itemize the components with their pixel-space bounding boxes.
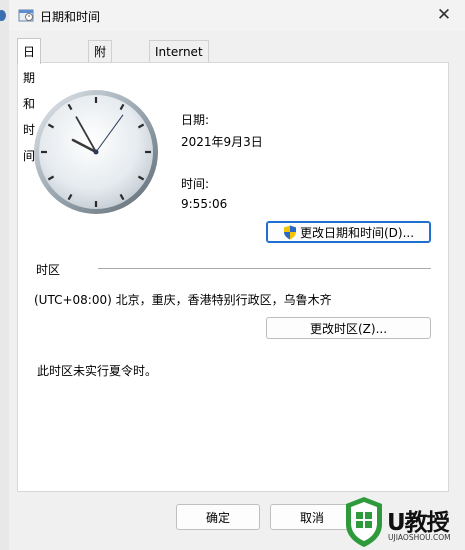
timezone-value: (UTC+08:00) 北京，重庆，香港特别行政区，乌鲁木齐	[34, 293, 332, 307]
background-app-icon	[0, 10, 6, 21]
watermark-logo: U教授 UJIAOSHOU.COM	[344, 496, 465, 550]
tab-date-time[interactable]: 日期和时间	[17, 38, 42, 163]
time-label: 时间:	[181, 177, 210, 191]
date-label: 日期:	[181, 113, 210, 127]
timezone-separator	[98, 268, 431, 269]
cancel-button[interactable]: 取消	[270, 504, 354, 530]
tab-internet-time[interactable]: Internet 时间	[149, 40, 209, 81]
title-bar: 日期和时间 ✕	[9, 0, 465, 31]
timezone-section-label: 时区	[36, 263, 61, 277]
window-title: 日期和时间	[40, 10, 101, 24]
watermark-shield-icon	[346, 497, 382, 547]
ok-button[interactable]: 确定	[176, 504, 260, 530]
watermark-url: UJIAOSHOU.COM	[388, 533, 451, 542]
date-time-app-icon	[18, 9, 34, 22]
close-icon: ✕	[436, 5, 452, 25]
tab-panel: 日期: 2021年9月3日 时间: 9:55:06 更改日期和时间(D)... …	[17, 62, 449, 492]
clock-face-icon	[34, 90, 158, 214]
analog-clock	[32, 88, 162, 218]
background-window-edge	[0, 0, 9, 550]
change-timezone-button[interactable]: 更改时区(Z)...	[266, 317, 431, 339]
dst-note: 此时区未实行夏令时。	[37, 364, 158, 378]
close-button[interactable]: ✕	[431, 4, 457, 26]
tab-additional-clocks[interactable]: 附加时钟	[88, 40, 113, 125]
time-value: 9:55:06	[181, 197, 228, 211]
date-value: 2021年9月3日	[181, 135, 263, 149]
change-date-time-button[interactable]: 更改日期和时间(D)...	[266, 221, 431, 243]
uac-shield-icon	[283, 225, 296, 239]
watermark-brand: U教授	[387, 510, 450, 536]
